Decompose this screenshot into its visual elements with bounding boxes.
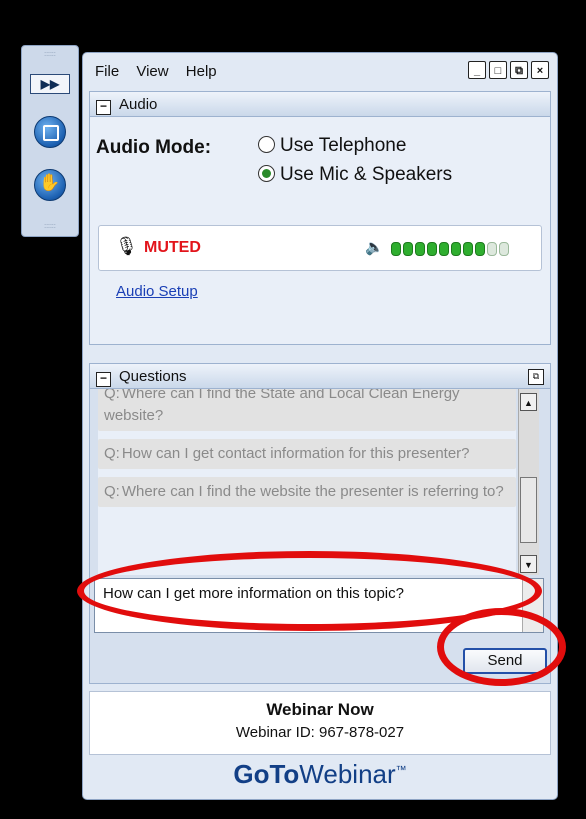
restore-button[interactable]: ⧉ bbox=[510, 61, 528, 79]
question-item: Q: Where can I find the State and Local C… bbox=[98, 389, 516, 431]
webinar-title: Webinar Now bbox=[266, 700, 374, 719]
question-log: Q: Where can I find the State and Local C… bbox=[98, 389, 516, 575]
mic-speakers-label: Use Mic & Speakers bbox=[280, 164, 453, 185]
collapse-icon[interactable]: − bbox=[96, 372, 111, 387]
audio-header-label: Audio bbox=[119, 96, 158, 113]
maximize-button[interactable]: □ bbox=[489, 61, 507, 79]
question-item: Q: Where can I find the website the prese… bbox=[98, 477, 516, 507]
telephone-option[interactable]: Use Telephone bbox=[258, 135, 406, 157]
level-bar bbox=[499, 242, 509, 256]
audio-status-box: 🎙 MUTED 🔈 bbox=[98, 225, 542, 271]
question-item: Q: How can I get contact information for … bbox=[98, 439, 516, 469]
level-bar bbox=[463, 242, 473, 256]
screen-icon bbox=[43, 125, 59, 141]
level-bar bbox=[427, 242, 437, 256]
audio-mode-label: Audio Mode: bbox=[96, 137, 212, 158]
webinar-id: Webinar ID: 967-878-027 bbox=[235, 724, 405, 741]
menu-view[interactable]: View bbox=[136, 63, 168, 80]
scrollbar-thumb[interactable] bbox=[520, 477, 537, 543]
menu-bar: File View Help bbox=[95, 63, 230, 80]
audio-section-header[interactable]: − Audio bbox=[89, 91, 551, 117]
level-bar bbox=[487, 242, 497, 256]
drag-grip-icon[interactable]: :::::: bbox=[22, 50, 78, 60]
microphone-icon[interactable]: 🎙 bbox=[115, 236, 138, 257]
radio-mic-speakers[interactable] bbox=[258, 165, 275, 182]
question-log-scrollbar[interactable]: ▲ ▼ bbox=[518, 389, 539, 575]
collapse-icon[interactable]: − bbox=[96, 100, 111, 115]
collapse-panel-button[interactable]: ▶▶ bbox=[30, 74, 70, 94]
control-panel: File View Help _ □ ⧉ × − Audio Audio Mode… bbox=[82, 52, 558, 800]
close-button[interactable]: × bbox=[531, 61, 549, 79]
level-bar bbox=[475, 242, 485, 256]
radio-telephone[interactable] bbox=[258, 136, 275, 153]
annotation-oval-send-button bbox=[437, 608, 566, 686]
audio-section: Audio Mode: Use Telephone Use Mic & Spea… bbox=[89, 117, 551, 345]
minimize-button[interactable]: _ bbox=[468, 61, 486, 79]
level-bar bbox=[391, 242, 401, 256]
level-bar bbox=[415, 242, 425, 256]
popout-icon[interactable]: ⧉ bbox=[528, 369, 544, 385]
gotowebinar-logo: GoToWebinar™ bbox=[233, 759, 407, 789]
raise-hand-button[interactable]: ✋ bbox=[34, 169, 66, 201]
speaker-level-meter bbox=[391, 242, 509, 256]
webinar-info: Webinar Now Webinar ID: 967-878-027 bbox=[89, 691, 551, 755]
menu-help[interactable]: Help bbox=[186, 63, 217, 80]
level-bar bbox=[451, 242, 461, 256]
audio-setup-link[interactable]: Audio Setup bbox=[116, 283, 198, 300]
questions-header-label: Questions bbox=[119, 368, 187, 385]
scroll-down-arrow-icon[interactable]: ▼ bbox=[520, 555, 537, 573]
questions-section-header[interactable]: − Questions ⧉ bbox=[89, 363, 551, 389]
control-strip: :::::: ▶▶ ✋ :::::: bbox=[21, 45, 79, 237]
show-screen-button[interactable] bbox=[34, 116, 66, 148]
hand-icon: ✋ bbox=[39, 173, 61, 192]
telephone-label: Use Telephone bbox=[280, 135, 407, 156]
mic-speakers-option[interactable]: Use Mic & Speakers bbox=[258, 164, 452, 186]
mute-status[interactable]: MUTED bbox=[144, 239, 201, 257]
speaker-icon: 🔈 bbox=[365, 239, 384, 256]
menu-file[interactable]: File bbox=[95, 63, 119, 80]
level-bar bbox=[439, 242, 449, 256]
scroll-up-arrow-icon[interactable]: ▲ bbox=[520, 393, 537, 411]
drag-grip-bottom-icon[interactable]: :::::: bbox=[22, 222, 78, 232]
level-bar bbox=[403, 242, 413, 256]
window-controls: _ □ ⧉ × bbox=[468, 61, 549, 79]
